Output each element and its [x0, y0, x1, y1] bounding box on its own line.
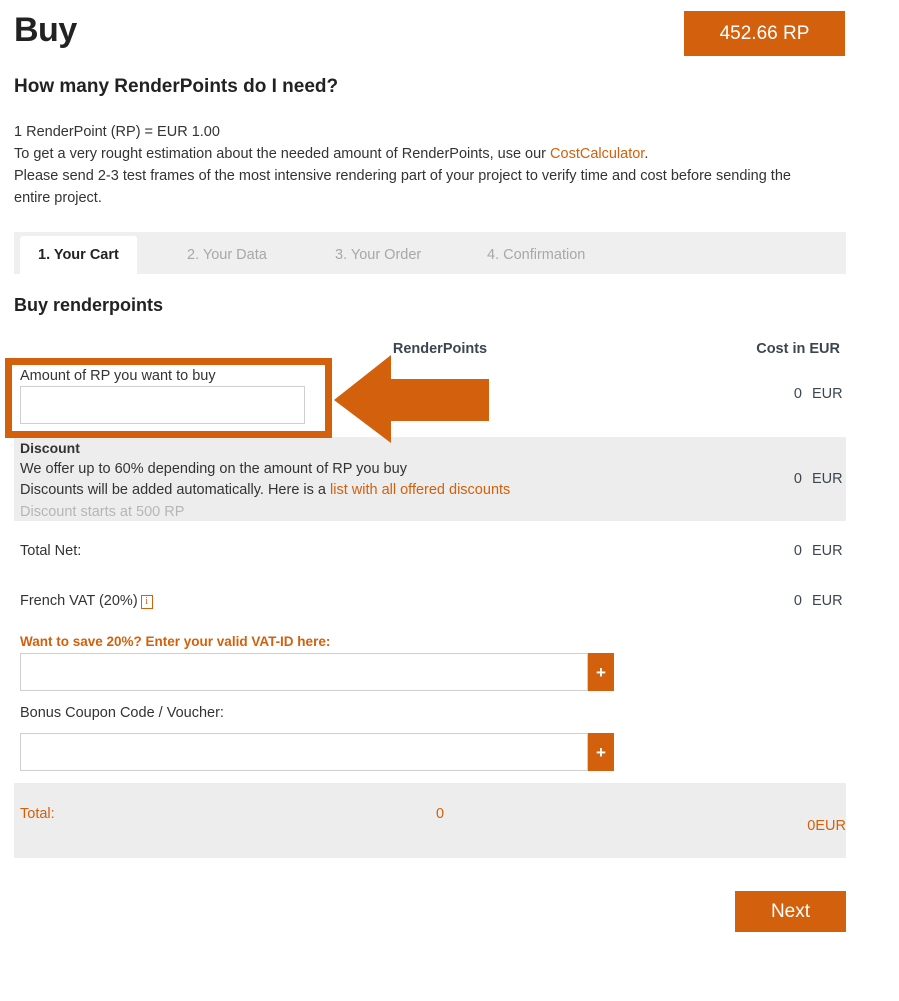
- intro-line-2-after: .: [644, 146, 649, 162]
- coupon-prompt: Bonus Coupon Code / Voucher:: [20, 705, 224, 721]
- tab-your-order[interactable]: 3. Your Order: [317, 236, 439, 274]
- coupon-field-group: +: [20, 733, 614, 771]
- offered-discounts-link[interactable]: list with all offered discounts: [330, 482, 510, 498]
- total-cost-currency: EUR: [815, 818, 846, 834]
- amount-row-cost-value: 0: [793, 386, 802, 402]
- left-arrow-annotation: [334, 353, 489, 443]
- amount-input-label: Amount of RP you want to buy: [20, 368, 216, 384]
- total-net-label: Total Net:: [20, 543, 82, 559]
- vat-label: French VAT (20%): [20, 593, 138, 609]
- column-header-cost: Cost in EUR: [756, 341, 840, 357]
- intro-heading: How many RenderPoints do I need?: [14, 76, 339, 97]
- intro-line-2-before: To get a very rought estimation about th…: [14, 146, 551, 162]
- discount-row-cost-value: 0: [793, 471, 802, 487]
- tab-your-data[interactable]: 2. Your Data: [169, 236, 285, 274]
- total-net-cost: 0 EUR: [700, 543, 846, 559]
- discount-line-3: Discount starts at 500 RP: [20, 504, 185, 520]
- discount-line-2-before: Discounts will be added automatically. H…: [20, 482, 331, 498]
- discount-row-cost: 0 EUR: [700, 471, 846, 487]
- rp-balance-badge[interactable]: 452.66 RP: [684, 11, 845, 56]
- tab-your-cart[interactable]: 1. Your Cart: [20, 236, 137, 274]
- intro-line-1: 1 RenderPoint (RP) = EUR 1.00: [14, 124, 220, 140]
- vat-currency: EUR: [812, 593, 843, 609]
- coupon-code-input[interactable]: [20, 733, 588, 771]
- cost-calculator-link[interactable]: CostCalculator: [550, 146, 644, 162]
- vat-label-row: French VAT (20%) i: [20, 593, 153, 609]
- intro-line-3: Please send 2-3 test frames of the most …: [14, 168, 791, 206]
- discount-line-1: We offer up to 60% depending on the amou…: [20, 461, 407, 477]
- info-icon[interactable]: i: [140, 595, 153, 609]
- next-button[interactable]: Next: [735, 891, 846, 932]
- vat-id-prompt: Want to save 20%? Enter your valid VAT-I…: [20, 634, 331, 649]
- intro-line-2: To get a very rought estimation about th…: [14, 143, 814, 165]
- total-net-currency: EUR: [812, 543, 843, 559]
- cart-heading: Buy renderpoints: [14, 295, 164, 315]
- discount-row-cost-currency: EUR: [812, 471, 843, 487]
- vat-cost: 0 EUR: [700, 593, 846, 609]
- discount-line-2: Discounts will be added automatically. H…: [20, 482, 510, 498]
- amount-of-rp-input[interactable]: [20, 386, 305, 424]
- total-net-value: 0: [793, 543, 802, 559]
- vat-value: 0: [793, 593, 802, 609]
- vat-id-add-button[interactable]: +: [588, 653, 614, 691]
- tab-confirmation[interactable]: 4. Confirmation: [469, 236, 603, 274]
- buy-renderpoints-page: Buy 452.66 RP How many RenderPoints do I…: [0, 0, 899, 1001]
- total-cost: 0EUR: [700, 818, 846, 834]
- vat-id-input[interactable]: [20, 653, 588, 691]
- vat-id-field-group: +: [20, 653, 614, 691]
- total-label: Total:: [20, 806, 55, 822]
- total-renderpoints-value: 0: [435, 806, 445, 822]
- amount-row-cost: 0 EUR: [700, 386, 846, 402]
- intro-text: 1 RenderPoint (RP) = EUR 1.00 To get a v…: [14, 121, 814, 209]
- page-title: Buy: [14, 11, 77, 49]
- discount-title: Discount: [20, 440, 80, 456]
- checkout-step-tabs: 1. Your Cart 2. Your Data 3. Your Order …: [14, 232, 846, 274]
- coupon-add-button[interactable]: +: [588, 733, 614, 771]
- amount-row-cost-currency: EUR: [812, 386, 843, 402]
